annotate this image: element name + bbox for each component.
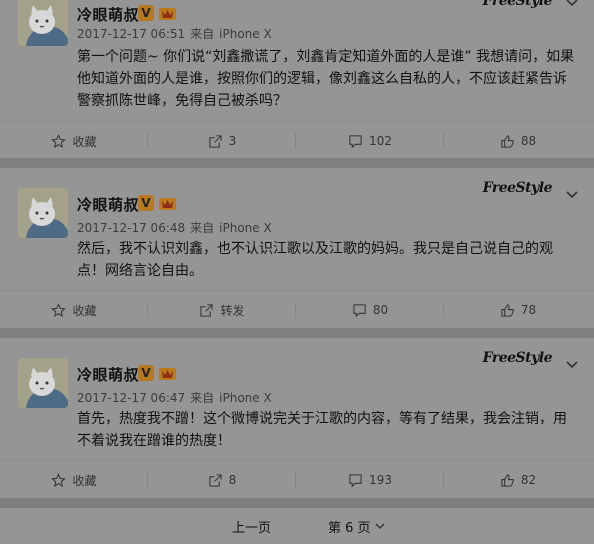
repost-icon bbox=[209, 473, 222, 487]
avatar[interactable] bbox=[18, 358, 68, 408]
repost-button[interactable]: 8 bbox=[148, 461, 296, 499]
username[interactable]: 冷眼萌叔 bbox=[77, 4, 139, 25]
verified-v-icon: V bbox=[138, 5, 154, 21]
favorite-label: 收藏 bbox=[72, 473, 97, 488]
timestamp[interactable]: 2017-12-17 06:51 bbox=[77, 27, 185, 41]
post-content: 然后，我不认识刘鑫，也不认识江歌以及江歌的妈妈。我只是自己说自己的观点！网络言论… bbox=[77, 241, 553, 279]
repost-icon bbox=[209, 134, 222, 148]
chevron-down-icon[interactable] bbox=[565, 360, 579, 370]
favorite-label: 收藏 bbox=[72, 134, 97, 149]
verified-v-icon: V bbox=[138, 365, 154, 381]
weibo-feed: 冷眼萌叔 V 2017-12-17 06:51 来自 iPhone X FreeSt… bbox=[0, 0, 594, 544]
source-prefix: 来自 bbox=[190, 391, 215, 405]
source-prefix: 来自 bbox=[190, 221, 215, 235]
freestyle-brand-logo: FreeStyle bbox=[482, 180, 553, 196]
source: iPhone X bbox=[219, 27, 272, 41]
timestamp[interactable]: 2017-12-17 06:47 bbox=[77, 391, 185, 405]
post-meta: 2017-12-17 06:47 来自 iPhone X bbox=[77, 389, 272, 406]
freestyle-brand-logo: FreeStyle bbox=[482, 350, 553, 366]
source: iPhone X bbox=[219, 391, 272, 405]
chevron-down-icon bbox=[375, 523, 385, 529]
repost-button[interactable]: 3 bbox=[148, 122, 296, 160]
pagination-bar: 上一页 第 6 页 bbox=[0, 508, 594, 544]
verified-v-icon: V bbox=[138, 195, 154, 211]
repost-count: 转发 bbox=[220, 303, 245, 318]
post-actions: 收藏 3 102 88 bbox=[0, 121, 594, 159]
comment-count: 102 bbox=[369, 134, 392, 148]
username[interactable]: 冷眼萌叔 bbox=[77, 194, 139, 215]
like-button[interactable]: 82 bbox=[444, 461, 592, 499]
card-gap bbox=[0, 158, 594, 168]
like-count: 88 bbox=[520, 134, 537, 148]
source: iPhone X bbox=[219, 221, 272, 235]
comment-icon bbox=[353, 303, 366, 317]
vip-crown-icon bbox=[159, 5, 176, 21]
avatar[interactable] bbox=[18, 188, 68, 238]
star-icon bbox=[51, 302, 67, 317]
post-card: 冷眼萌叔 V 2017-12-17 06:47 来自 iPhone X FreeSt… bbox=[0, 338, 594, 498]
post-meta: 2017-12-17 06:51 来自 iPhone X bbox=[77, 25, 272, 42]
thumbs-up-icon bbox=[501, 473, 514, 487]
favorite-button[interactable]: 收藏 bbox=[0, 122, 148, 160]
comment-button[interactable]: 80 bbox=[296, 291, 444, 329]
repost-count: 3 bbox=[228, 134, 237, 148]
post-content: 首先，热度我不蹭！这个微博说完关于江歌的内容，等有了结果，我会注销，用不着说我在… bbox=[77, 411, 567, 449]
chevron-down-icon[interactable] bbox=[565, 190, 579, 200]
like-button[interactable]: 78 bbox=[444, 291, 592, 329]
current-page-label: 第 6 页 bbox=[328, 520, 371, 536]
page-select-dropdown[interactable]: 第 6 页 bbox=[328, 508, 385, 544]
favorite-label: 收藏 bbox=[72, 303, 97, 318]
favorite-button[interactable]: 收藏 bbox=[0, 461, 148, 499]
repost-icon bbox=[200, 303, 214, 317]
comment-icon bbox=[349, 134, 362, 148]
source-prefix: 来自 bbox=[190, 27, 215, 41]
like-button[interactable]: 88 bbox=[444, 122, 592, 160]
post-content: 第一个问题~ 你们说“刘鑫撒谎了，刘鑫肯定知道外面的人是谁” 我想请问，如果他知… bbox=[77, 49, 575, 109]
comment-count: 80 bbox=[372, 303, 389, 317]
timestamp[interactable]: 2017-12-17 06:48 bbox=[77, 221, 185, 235]
post-meta: 2017-12-17 06:48 来自 iPhone X bbox=[77, 219, 272, 236]
repost-count: 8 bbox=[228, 473, 237, 487]
comment-count: 193 bbox=[369, 473, 392, 487]
prev-page-button[interactable]: 上一页 bbox=[232, 508, 271, 544]
username[interactable]: 冷眼萌叔 bbox=[77, 364, 139, 385]
card-gap bbox=[0, 498, 594, 508]
comment-icon bbox=[349, 473, 362, 487]
post-actions: 收藏 转发 80 78 bbox=[0, 290, 594, 328]
thumbs-up-icon bbox=[501, 134, 514, 148]
star-icon bbox=[51, 133, 67, 148]
comment-button[interactable]: 193 bbox=[296, 461, 444, 499]
comment-button[interactable]: 102 bbox=[296, 122, 444, 160]
prev-page-label: 上一页 bbox=[232, 520, 272, 536]
chevron-down-icon[interactable] bbox=[565, 0, 579, 8]
avatar[interactable] bbox=[18, 0, 68, 46]
star-icon bbox=[51, 472, 67, 487]
freestyle-brand-logo: FreeStyle bbox=[482, 0, 553, 9]
like-count: 78 bbox=[520, 303, 537, 317]
vip-crown-icon bbox=[159, 365, 176, 381]
favorite-button[interactable]: 收藏 bbox=[0, 291, 148, 329]
thumbs-up-icon bbox=[501, 303, 514, 317]
post-actions: 收藏 8 193 82 bbox=[0, 460, 594, 498]
post-card: 冷眼萌叔 V 2017-12-17 06:51 来自 iPhone X FreeSt… bbox=[0, 0, 594, 158]
post-card: 冷眼萌叔 V 2017-12-17 06:48 来自 iPhone X FreeSt… bbox=[0, 168, 594, 328]
vip-crown-icon bbox=[159, 195, 176, 211]
repost-button[interactable]: 转发 bbox=[148, 291, 296, 329]
like-count: 82 bbox=[520, 473, 537, 487]
card-gap bbox=[0, 328, 594, 338]
